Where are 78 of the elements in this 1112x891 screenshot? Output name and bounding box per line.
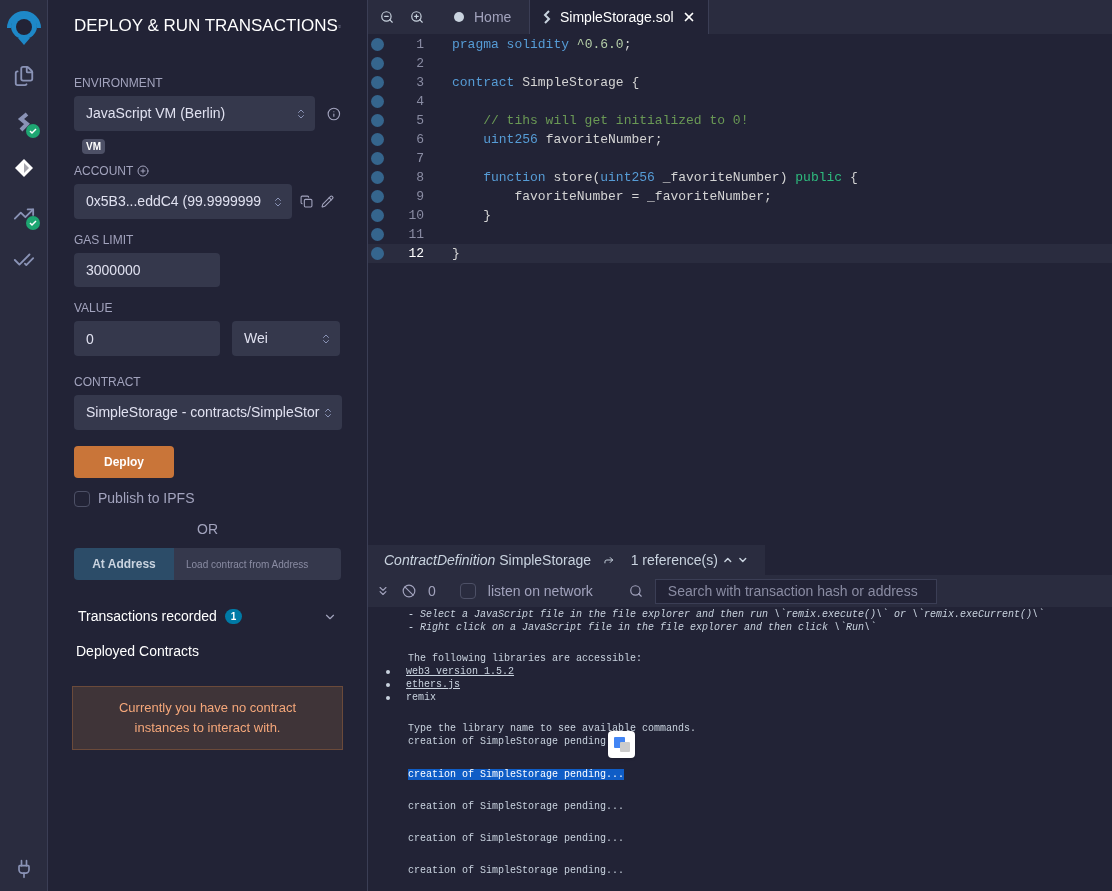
terminal-line: creation of SimpleStorage pending	[408, 735, 608, 748]
publish-checkbox[interactable]	[74, 490, 90, 507]
bullet-icon	[386, 669, 390, 674]
terminal-line: - Right click on a JavaScript file in the file explorer and then click \`Run\`	[408, 621, 878, 634]
code-line: favoriteNumber = _favoriteNumber;	[513, 187, 772, 206]
line-number: 2	[415, 54, 424, 73]
line-number: 1	[415, 35, 424, 54]
code-line: pragma solidity ^0.6.0;	[452, 35, 632, 54]
count-badge: 1	[224, 609, 243, 624]
search-field[interactable]: Search with transaction hash or address	[654, 578, 937, 604]
panel-title: DEPLOY & RUN TRANSACTIONS	[74, 15, 338, 38]
copy-icon[interactable]	[300, 195, 313, 208]
collapse-icon[interactable]	[376, 584, 390, 598]
checkbox-label: Publish to IPFS	[98, 489, 195, 508]
gas-limit-field[interactable]: 3000000	[74, 253, 220, 287]
code-line: }	[482, 206, 491, 225]
at-address-button[interactable]: At Address	[74, 548, 174, 580]
field-label: CONTRACT	[74, 374, 142, 391]
updown-caret-icon	[272, 195, 284, 208]
transactions-recorded-label[interactable]: Transactions recorded	[78, 606, 217, 627]
definition-kind: ContractDefinition	[384, 550, 496, 570]
line-number: 11	[407, 225, 424, 244]
editor-tab[interactable]: SimpleStorage.sol	[530, 0, 709, 34]
line-number: 9	[415, 187, 424, 206]
field-label: ENVIRONMENT	[74, 75, 164, 92]
field-label: GAS LIMIT	[74, 232, 135, 249]
pending-count: 0	[428, 581, 436, 601]
info-icon[interactable]	[327, 106, 341, 121]
or-text: OR	[197, 520, 218, 539]
line-number: 4	[415, 92, 424, 111]
checkbox-label: listen on network	[487, 581, 593, 601]
terminal-line: remix	[406, 691, 436, 704]
line-number: 6	[415, 130, 424, 149]
line-number: 8	[415, 168, 424, 187]
search-icon	[628, 584, 643, 598]
code-line: // tihs will get initialized to 0!	[482, 111, 749, 130]
terminal-line: The following libraries are accessible:	[408, 652, 644, 665]
account-select[interactable]: 0x5B3...eddC4 (99.9999999	[74, 184, 292, 219]
bullet-icon	[386, 682, 390, 687]
terminal-line: creation of SimpleStorage pending...	[408, 800, 626, 813]
terminal-line: creation of SimpleStorage pending...	[408, 864, 626, 877]
contract-select[interactable]: SimpleStorage - contracts/SimpleStor	[74, 395, 342, 430]
line-number: 5	[415, 111, 424, 130]
clear-icon[interactable]	[402, 584, 416, 598]
line-number: 7	[415, 149, 424, 168]
bullet-icon	[386, 695, 390, 700]
terminal-line: creation of SimpleStorage pending...	[408, 832, 626, 845]
terminal-line: - Select a JavaScript file in the file explorer and then run \`remix.execute()\` or \`remix.exeCurrent()\`	[408, 608, 1046, 621]
field-label: VALUE	[74, 300, 114, 317]
updown-caret-icon	[320, 332, 332, 345]
line-number: 3	[415, 73, 424, 92]
listen-checkbox[interactable]	[459, 583, 476, 599]
definition-name: SimpleStorage	[499, 550, 592, 570]
translate-icon[interactable]	[608, 731, 635, 758]
line-number: 10	[407, 206, 424, 225]
zoom-out-icon[interactable]	[380, 10, 394, 24]
environment-select[interactable]: JavaScript VM (Berlin)	[74, 96, 316, 131]
field-label: ACCOUNT	[74, 163, 134, 180]
value-field[interactable]: 0	[74, 321, 220, 356]
deployed-contracts-label: Deployed Contracts	[75, 642, 200, 661]
library-link[interactable]: web3 version 1.5.2	[406, 665, 515, 678]
library-link[interactable]: ethers.js	[406, 678, 460, 691]
address-field[interactable]: Load contract from Address	[174, 548, 341, 580]
unit-select[interactable]: Wei	[232, 321, 340, 356]
code-line: contract SimpleStorage {	[452, 73, 640, 92]
code-line: uint256 favoriteNumber;	[482, 130, 663, 149]
add-icon[interactable]	[137, 165, 150, 177]
file-type-icon	[542, 10, 552, 24]
no-instances-notice: Currently you have no contract instances to interact with.	[72, 686, 343, 750]
updown-caret-icon	[322, 406, 334, 419]
references-count: 1 reference(s)	[630, 550, 718, 570]
terminal-line: Type the library name to see available commands.	[408, 722, 698, 735]
edit-icon[interactable]	[321, 195, 334, 208]
zoom-in-icon[interactable]	[410, 10, 424, 24]
code-line: function store(uint256 _favoriteNumber) public {	[482, 168, 858, 187]
line-number: 12	[407, 244, 424, 263]
vm-badge: VM	[82, 139, 105, 154]
code-line: }	[452, 244, 460, 263]
